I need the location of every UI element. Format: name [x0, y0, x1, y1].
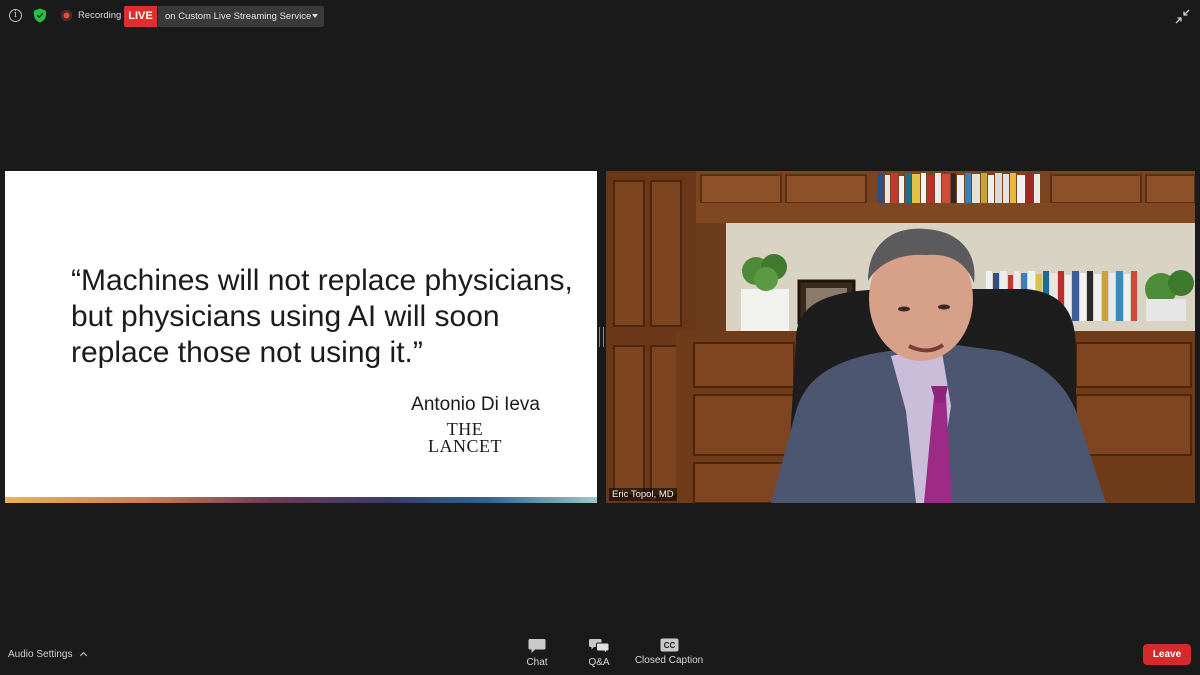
slide-color-band: [5, 497, 597, 503]
participant-video-tile[interactable]: Eric Topol, MD: [606, 171, 1195, 503]
participant-video-feed: [606, 171, 1195, 503]
quote-attribution: Antonio Di Ieva: [411, 394, 540, 415]
view-splitter-handle[interactable]: [599, 327, 604, 347]
audio-settings-label: Audio Settings: [8, 649, 73, 660]
shield-check-icon[interactable]: [33, 8, 47, 23]
recording-label[interactable]: Recording: [78, 10, 121, 21]
live-stream-target-label: on Custom Live Streaming Service: [165, 11, 312, 22]
info-icon[interactable]: i: [9, 9, 22, 22]
closed-caption-label: Closed Caption: [634, 655, 704, 666]
quote-line: “Machines will not replace physicians,: [71, 264, 573, 297]
chat-button[interactable]: Chat: [522, 638, 552, 668]
participant-name-label: Eric Topol, MD: [609, 488, 677, 501]
leave-button[interactable]: Leave: [1143, 644, 1191, 665]
quote-line: replace those not using it.”: [71, 336, 423, 369]
qa-bubbles-icon: [589, 639, 609, 654]
slide-quote: “Machines will not replace physicians, b…: [71, 263, 591, 371]
chat-label: Chat: [526, 657, 548, 668]
qa-label: Q&A: [588, 657, 610, 668]
chevron-down-icon: [312, 14, 318, 18]
chevron-up-icon: [80, 651, 88, 660]
quote-line: but physicians using AI will soon: [71, 300, 500, 333]
closed-caption-button[interactable]: CC Closed Caption: [634, 638, 704, 666]
shared-screen-slide: “Machines will not replace physicians, b…: [5, 171, 597, 503]
publication-logo: THE LANCET: [415, 420, 515, 456]
exit-fullscreen-icon[interactable]: [1174, 8, 1191, 25]
live-badge[interactable]: LIVE: [124, 6, 157, 27]
audio-settings-button[interactable]: Audio Settings: [8, 649, 88, 660]
closed-caption-icon: CC: [660, 638, 678, 652]
qa-button[interactable]: Q&A: [584, 638, 614, 668]
cc-icon-text: CC: [663, 641, 675, 650]
live-stream-dropdown[interactable]: on Custom Live Streaming Service: [158, 6, 324, 27]
meeting-top-bar: i Recording LIVE on Custom Live Streamin…: [0, 0, 1200, 32]
publication-logo-line: LANCET: [428, 436, 502, 456]
recording-indicator-icon[interactable]: [61, 10, 72, 21]
chat-bubble-icon: [528, 639, 546, 653]
